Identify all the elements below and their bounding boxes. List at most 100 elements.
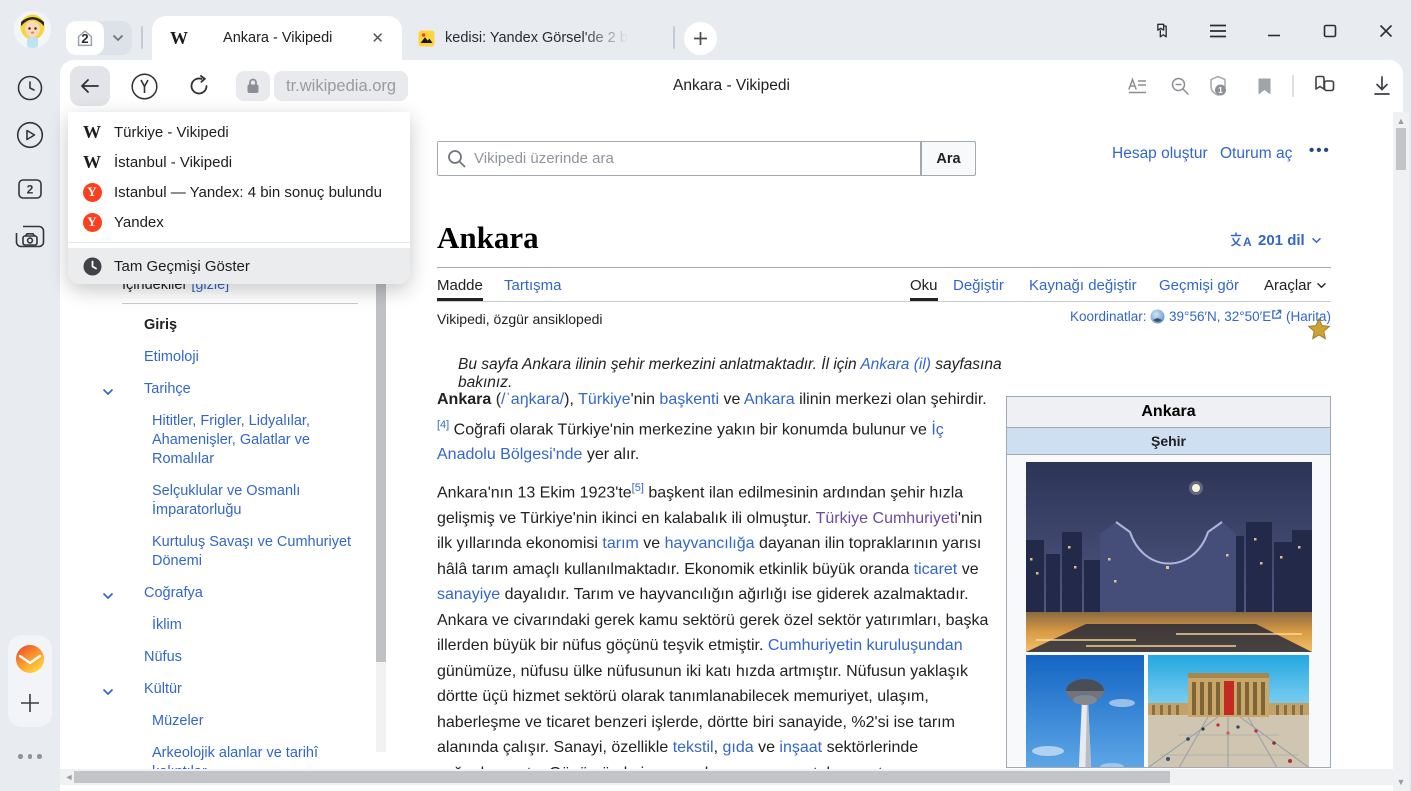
wiki-search-box [437, 141, 921, 176]
toc-item-tarihce[interactable]: Tarihçe [122, 380, 392, 399]
paragraph-history: Ankara'nın 13 Ekim 1923'te[5] başkent il… [437, 476, 989, 791]
svg-text:A: A [1243, 235, 1252, 249]
site-security-lock-button[interactable] [236, 71, 270, 101]
coordinates-value[interactable]: 39°56′N, 32°50′E [1169, 309, 1271, 324]
toc-scrollbar[interactable] [376, 274, 386, 752]
search-button[interactable]: Ara [921, 141, 976, 176]
back-button[interactable] [70, 66, 110, 106]
tab-close-icon[interactable]: ✕ [367, 27, 388, 49]
tab-edit-source[interactable]: Kaynağı değiştir [1029, 277, 1137, 294]
url-text: tr.wikipedia.org [286, 77, 396, 96]
tab-tools[interactable]: Araçlar [1264, 277, 1327, 294]
tab-kedisi-yandex-gorsel[interactable]: kedisi: Yandex Görsel'de 2 b [408, 16, 670, 60]
add-widget-button[interactable] [14, 687, 46, 719]
tab-edit[interactable]: Değiştir [953, 277, 1004, 294]
language-count: 201 dil [1258, 232, 1305, 249]
search-input[interactable] [438, 142, 920, 175]
bookmark-page-button[interactable] [1252, 74, 1276, 98]
toc-item-kurtulus[interactable]: Kurtuluş Savaşı ve Cumhuriyet Dönemi [122, 533, 367, 571]
coordinates-label[interactable]: Koordinatlar: [1070, 309, 1147, 324]
history-button[interactable] [14, 72, 46, 104]
window-close-button[interactable] [1374, 19, 1398, 43]
history-item-istanbul-yandex[interactable]: Y Istanbul — Yandex: 4 bin sonuç bulundu [68, 177, 410, 207]
anitkabir-photo[interactable] [1148, 655, 1309, 768]
collections-button[interactable] [1312, 74, 1336, 98]
featured-article-star-icon [1307, 317, 1331, 346]
vertical-scrollbar[interactable]: ▲ ▼ [1393, 112, 1409, 791]
create-account-link[interactable]: Hesap oluştur [1112, 145, 1208, 163]
tab-view-history[interactable]: Geçmişi gör [1159, 277, 1239, 294]
toc-item-selcuklular[interactable]: Selçuklular ve Osmanlı İmparatorluğu [122, 482, 367, 520]
infobox-type: Şehir [1007, 428, 1330, 455]
left-sidebar: 2 [0, 60, 60, 791]
profile-avatar[interactable] [14, 11, 51, 48]
sidebar-apps-container [8, 635, 52, 727]
media-play-button[interactable] [14, 119, 46, 151]
paragraph-lead: Ankara (/ˈaŋkara/), Türkiye'nin başkenti… [437, 387, 989, 468]
toc-item-hititler[interactable]: Hititler, Frigler, Lidyalılar, Ahamenişl… [122, 412, 367, 469]
chevron-down-icon[interactable] [102, 683, 114, 702]
external-link-icon [1271, 309, 1282, 320]
tab-article[interactable]: Madde [437, 277, 483, 294]
infobox-image-row [1026, 655, 1311, 768]
history-item-yandex[interactable]: Y Yandex [68, 207, 410, 237]
sidebar-more-button[interactable] [18, 754, 42, 759]
zoom-out-button[interactable] [1168, 74, 1192, 98]
toc-item-etimoloji[interactable]: Etimoloji [122, 348, 392, 367]
coordinates-line: Koordinatlar: 39°56′N, 32°50′E (Harita) [680, 309, 1331, 327]
show-full-history-item[interactable]: Tam Geçmişi Göster [68, 248, 410, 284]
new-tab-button[interactable] [684, 22, 717, 55]
atakule-tower-photo[interactable] [1026, 655, 1144, 768]
toc-scrollbar-thumb[interactable] [376, 274, 386, 662]
horizontal-scrollbar[interactable]: ◄ [60, 769, 1394, 785]
downloads-button[interactable] [1370, 74, 1394, 98]
browser-window: 2 W Ankara - Vikipedi ✕ kedisi: Yandex G… [0, 0, 1411, 791]
yandex-images-favicon-icon [418, 30, 435, 47]
scroll-up-arrow-icon[interactable]: ▲ [1393, 116, 1409, 126]
reload-button[interactable] [186, 73, 212, 99]
title-divider [437, 267, 1331, 268]
window-maximize-button[interactable] [1318, 19, 1342, 43]
tab-talk[interactable]: Tartışma [504, 277, 562, 294]
vertical-scrollbar-thumb[interactable] [1396, 128, 1406, 170]
protect-shield-button[interactable]: 1 [1206, 74, 1230, 98]
reader-mode-button[interactable] [1125, 74, 1149, 98]
clock-icon [82, 256, 102, 276]
wikipedia-favicon-icon: W [170, 29, 188, 47]
more-options-icon[interactable]: ••• [1309, 142, 1331, 159]
language-selector[interactable]: A 201 dil [1230, 232, 1322, 249]
side-panel-bookmark-button[interactable] [1150, 19, 1174, 43]
window-minimize-button[interactable] [1262, 19, 1286, 43]
toc-item-cografya[interactable]: Coğrafya [122, 584, 392, 603]
yandex-services-button[interactable] [130, 72, 158, 100]
toolbar: tr.wikipedia.org Ankara - Vikipedi 1 [60, 60, 1403, 112]
chevron-down-icon[interactable] [102, 383, 114, 402]
toc-item-kultur[interactable]: Kültür [122, 680, 392, 699]
tab-counter-shape: 2 [66, 21, 104, 55]
screenshot-button[interactable] [14, 220, 46, 252]
tab-counter-button[interactable]: 2 [66, 21, 132, 55]
lock-icon [246, 78, 260, 94]
address-bar[interactable]: tr.wikipedia.org [274, 71, 408, 101]
tabs-panel-button[interactable]: 2 [14, 173, 46, 205]
sign-in-link[interactable]: Oturum aç [1220, 145, 1292, 163]
toc-item-giris[interactable]: Giriş [122, 316, 392, 335]
shield-badge-count: 1 [1218, 86, 1223, 95]
menu-hamburger-button[interactable] [1206, 19, 1230, 43]
yandex-mail-button[interactable] [14, 643, 46, 675]
toc-item-iklim[interactable]: İklim [122, 616, 367, 635]
tab-ankara-vikipedi[interactable]: W Ankara - Vikipedi ✕ [152, 16, 402, 60]
yandex-favicon-icon: Y [82, 212, 102, 232]
tab-read[interactable]: Oku [910, 277, 938, 294]
ankara-night-skyline-photo[interactable] [1026, 462, 1312, 652]
history-item-istanbul-wiki[interactable]: W İstanbul - Vikipedi [68, 147, 410, 177]
infobox-images [1007, 455, 1330, 768]
history-item-turkiye[interactable]: W Türkiye - Vikipedi [68, 117, 410, 147]
horizontal-scrollbar-thumb[interactable] [74, 771, 1170, 783]
chevron-down-icon[interactable] [102, 587, 114, 606]
toc-item-muzeler[interactable]: Müzeler [122, 712, 367, 731]
sidebar-tab-count: 2 [27, 183, 34, 197]
wikipedia-favicon-icon: W [82, 152, 102, 172]
scroll-down-arrow-icon[interactable]: ▼ [1393, 777, 1409, 787]
toc-item-nufus[interactable]: Nüfus [122, 648, 392, 667]
